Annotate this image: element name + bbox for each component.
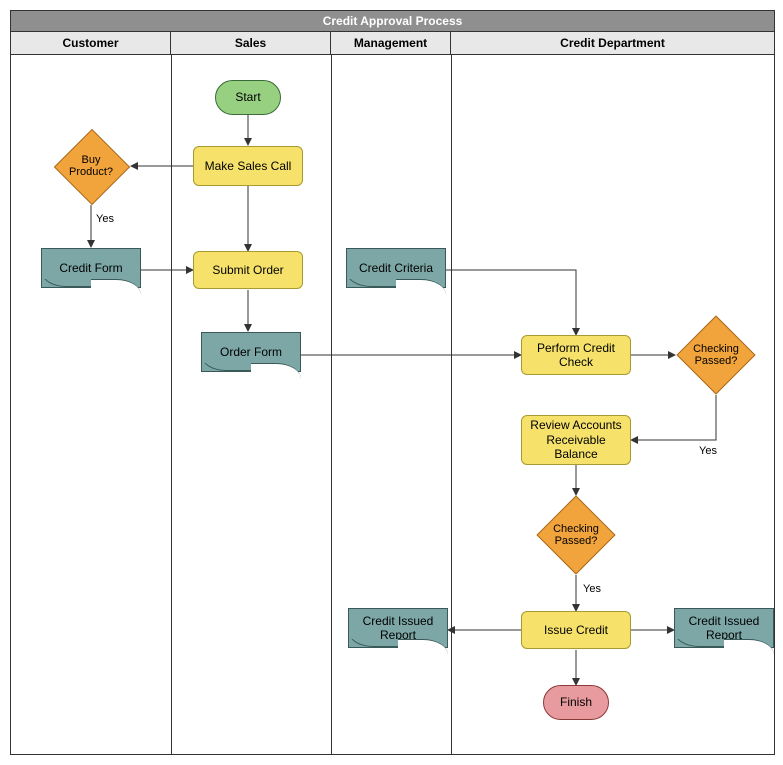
lane-header-credit: Credit Department bbox=[451, 32, 774, 54]
lane-divider bbox=[451, 55, 452, 754]
edge-label-yes: Yes bbox=[96, 213, 114, 225]
diagram-title: Credit Approval Process bbox=[11, 11, 774, 32]
lane-header-management: Management bbox=[331, 32, 451, 54]
edge-label-yes: Yes bbox=[699, 445, 717, 457]
lanes-area: Start Make Sales Call Buy Product? Credi… bbox=[11, 55, 774, 754]
checking-passed-1-decision: Checking Passed? bbox=[676, 315, 756, 395]
lane-header-customer: Customer bbox=[11, 32, 171, 54]
lane-divider bbox=[171, 55, 172, 754]
issue-credit-node: Issue Credit bbox=[521, 611, 631, 649]
lane-divider bbox=[331, 55, 332, 754]
credit-form-doc: Credit Form bbox=[41, 248, 141, 288]
credit-report-left-doc: Credit Issued Report bbox=[348, 608, 448, 648]
credit-report-right-doc: Credit Issued Report bbox=[674, 608, 774, 648]
start-node: Start bbox=[215, 80, 281, 115]
perform-credit-check-node: Perform Credit Check bbox=[521, 335, 631, 375]
swimlane-diagram: Credit Approval Process Customer Sales M… bbox=[10, 10, 775, 755]
buy-product-decision: Buy Product? bbox=[53, 128, 129, 204]
review-ar-balance-node: Review Accounts Receivable Balance bbox=[521, 415, 631, 465]
checking-passed-2-decision: Checking Passed? bbox=[536, 495, 616, 575]
order-form-doc: Order Form bbox=[201, 332, 301, 372]
lane-headers: Customer Sales Management Credit Departm… bbox=[11, 32, 774, 55]
edge-label-yes: Yes bbox=[583, 583, 601, 595]
submit-order-node: Submit Order bbox=[193, 251, 303, 289]
credit-criteria-doc: Credit Criteria bbox=[346, 248, 446, 288]
make-sales-call-node: Make Sales Call bbox=[193, 146, 303, 186]
finish-node: Finish bbox=[543, 685, 609, 720]
lane-header-sales: Sales bbox=[171, 32, 331, 54]
